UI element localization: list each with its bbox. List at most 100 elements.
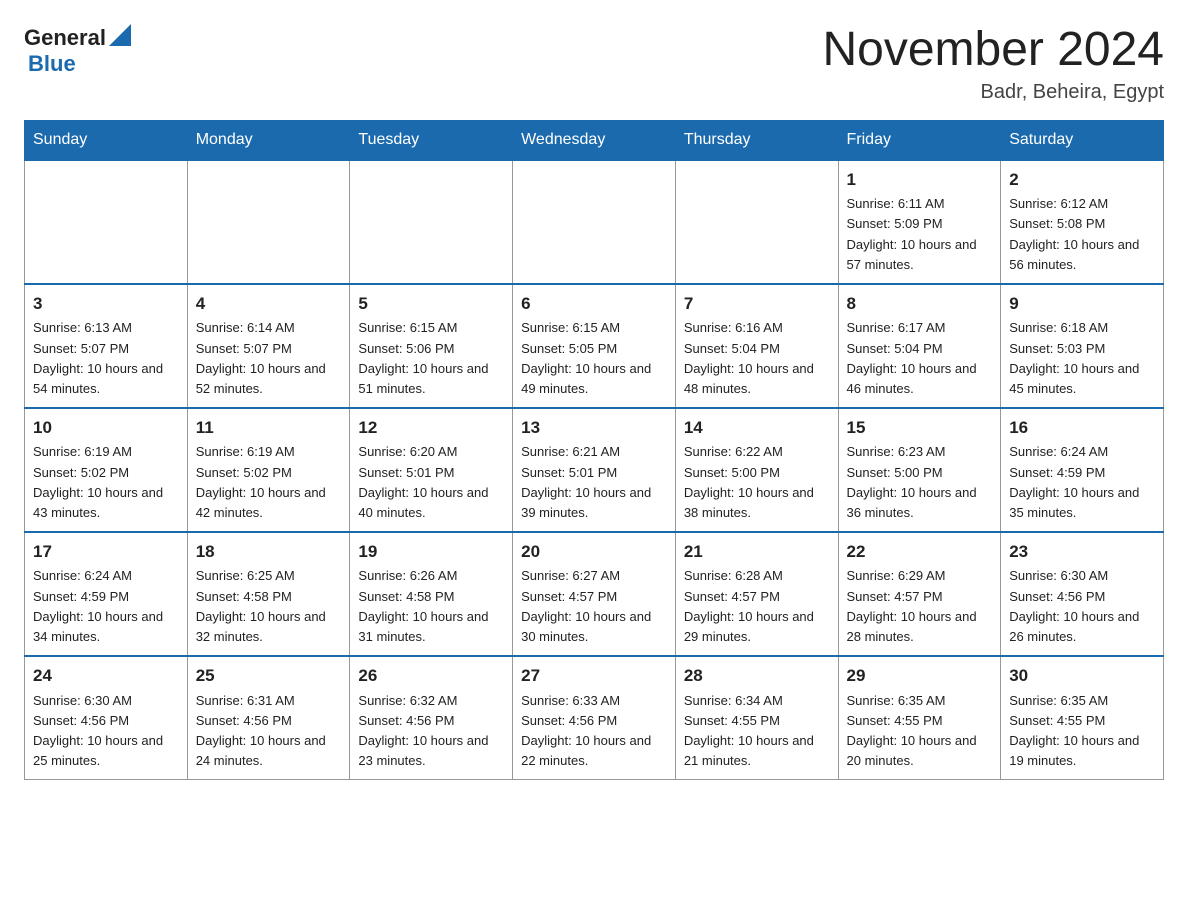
calendar-cell: 25Sunrise: 6:31 AMSunset: 4:56 PMDayligh… — [187, 656, 350, 780]
logo-triangle-icon — [109, 24, 131, 46]
location-title: Badr, Beheira, Egypt — [822, 81, 1164, 104]
calendar-cell: 21Sunrise: 6:28 AMSunset: 4:57 PMDayligh… — [675, 532, 838, 656]
calendar-cell: 4Sunrise: 6:14 AMSunset: 5:07 PMDaylight… — [187, 284, 350, 408]
day-number: 14 — [684, 415, 830, 441]
day-number: 15 — [847, 415, 993, 441]
calendar-cell: 11Sunrise: 6:19 AMSunset: 5:02 PMDayligh… — [187, 408, 350, 532]
title-block: November 2024 Badr, Beheira, Egypt — [822, 24, 1164, 104]
day-info: Sunrise: 6:16 AMSunset: 5:04 PMDaylight:… — [684, 318, 830, 399]
calendar-cell: 2Sunrise: 6:12 AMSunset: 5:08 PMDaylight… — [1001, 160, 1164, 284]
day-info: Sunrise: 6:28 AMSunset: 4:57 PMDaylight:… — [684, 566, 830, 647]
day-number: 8 — [847, 291, 993, 317]
calendar-cell: 14Sunrise: 6:22 AMSunset: 5:00 PMDayligh… — [675, 408, 838, 532]
day-info: Sunrise: 6:18 AMSunset: 5:03 PMDaylight:… — [1009, 318, 1155, 399]
calendar-cell: 9Sunrise: 6:18 AMSunset: 5:03 PMDaylight… — [1001, 284, 1164, 408]
calendar-cell: 29Sunrise: 6:35 AMSunset: 4:55 PMDayligh… — [838, 656, 1001, 780]
day-info: Sunrise: 6:34 AMSunset: 4:55 PMDaylight:… — [684, 691, 830, 772]
calendar-cell — [350, 160, 513, 284]
day-number: 4 — [196, 291, 342, 317]
day-info: Sunrise: 6:15 AMSunset: 5:06 PMDaylight:… — [358, 318, 504, 399]
day-info: Sunrise: 6:17 AMSunset: 5:04 PMDaylight:… — [847, 318, 993, 399]
week-row-1: 3Sunrise: 6:13 AMSunset: 5:07 PMDaylight… — [25, 284, 1164, 408]
week-row-0: 1Sunrise: 6:11 AMSunset: 5:09 PMDaylight… — [25, 160, 1164, 284]
day-number: 24 — [33, 663, 179, 689]
week-row-4: 24Sunrise: 6:30 AMSunset: 4:56 PMDayligh… — [25, 656, 1164, 780]
day-info: Sunrise: 6:24 AMSunset: 4:59 PMDaylight:… — [1009, 442, 1155, 523]
day-info: Sunrise: 6:22 AMSunset: 5:00 PMDaylight:… — [684, 442, 830, 523]
calendar-cell: 16Sunrise: 6:24 AMSunset: 4:59 PMDayligh… — [1001, 408, 1164, 532]
calendar-cell: 27Sunrise: 6:33 AMSunset: 4:56 PMDayligh… — [513, 656, 676, 780]
day-number: 21 — [684, 539, 830, 565]
day-info: Sunrise: 6:35 AMSunset: 4:55 PMDaylight:… — [1009, 691, 1155, 772]
col-thursday: Thursday — [675, 120, 838, 160]
calendar-cell: 13Sunrise: 6:21 AMSunset: 5:01 PMDayligh… — [513, 408, 676, 532]
calendar-cell: 3Sunrise: 6:13 AMSunset: 5:07 PMDaylight… — [25, 284, 188, 408]
week-row-2: 10Sunrise: 6:19 AMSunset: 5:02 PMDayligh… — [25, 408, 1164, 532]
calendar-cell: 23Sunrise: 6:30 AMSunset: 4:56 PMDayligh… — [1001, 532, 1164, 656]
month-title: November 2024 — [822, 24, 1164, 77]
day-info: Sunrise: 6:13 AMSunset: 5:07 PMDaylight:… — [33, 318, 179, 399]
day-info: Sunrise: 6:14 AMSunset: 5:07 PMDaylight:… — [196, 318, 342, 399]
calendar-cell: 6Sunrise: 6:15 AMSunset: 5:05 PMDaylight… — [513, 284, 676, 408]
day-number: 30 — [1009, 663, 1155, 689]
day-info: Sunrise: 6:25 AMSunset: 4:58 PMDaylight:… — [196, 566, 342, 647]
calendar-cell: 24Sunrise: 6:30 AMSunset: 4:56 PMDayligh… — [25, 656, 188, 780]
day-info: Sunrise: 6:30 AMSunset: 4:56 PMDaylight:… — [33, 691, 179, 772]
page-header: General Blue November 2024 Badr, Beheira… — [24, 24, 1164, 104]
day-info: Sunrise: 6:24 AMSunset: 4:59 PMDaylight:… — [33, 566, 179, 647]
day-info: Sunrise: 6:31 AMSunset: 4:56 PMDaylight:… — [196, 691, 342, 772]
day-number: 23 — [1009, 539, 1155, 565]
calendar-cell: 17Sunrise: 6:24 AMSunset: 4:59 PMDayligh… — [25, 532, 188, 656]
calendar-cell: 19Sunrise: 6:26 AMSunset: 4:58 PMDayligh… — [350, 532, 513, 656]
day-number: 6 — [521, 291, 667, 317]
day-number: 28 — [684, 663, 830, 689]
col-wednesday: Wednesday — [513, 120, 676, 160]
day-number: 2 — [1009, 167, 1155, 193]
day-info: Sunrise: 6:11 AMSunset: 5:09 PMDaylight:… — [847, 194, 993, 275]
calendar-cell: 28Sunrise: 6:34 AMSunset: 4:55 PMDayligh… — [675, 656, 838, 780]
calendar-cell: 8Sunrise: 6:17 AMSunset: 5:04 PMDaylight… — [838, 284, 1001, 408]
day-info: Sunrise: 6:29 AMSunset: 4:57 PMDaylight:… — [847, 566, 993, 647]
day-number: 9 — [1009, 291, 1155, 317]
day-number: 3 — [33, 291, 179, 317]
day-number: 12 — [358, 415, 504, 441]
day-info: Sunrise: 6:19 AMSunset: 5:02 PMDaylight:… — [33, 442, 179, 523]
day-info: Sunrise: 6:12 AMSunset: 5:08 PMDaylight:… — [1009, 194, 1155, 275]
day-info: Sunrise: 6:19 AMSunset: 5:02 PMDaylight:… — [196, 442, 342, 523]
calendar-cell: 10Sunrise: 6:19 AMSunset: 5:02 PMDayligh… — [25, 408, 188, 532]
calendar-header-row: Sunday Monday Tuesday Wednesday Thursday… — [25, 120, 1164, 160]
calendar-cell: 26Sunrise: 6:32 AMSunset: 4:56 PMDayligh… — [350, 656, 513, 780]
day-number: 25 — [196, 663, 342, 689]
col-tuesday: Tuesday — [350, 120, 513, 160]
logo-general: General — [24, 25, 106, 51]
col-friday: Friday — [838, 120, 1001, 160]
day-number: 7 — [684, 291, 830, 317]
day-info: Sunrise: 6:35 AMSunset: 4:55 PMDaylight:… — [847, 691, 993, 772]
day-number: 17 — [33, 539, 179, 565]
day-number: 22 — [847, 539, 993, 565]
day-number: 1 — [847, 167, 993, 193]
col-monday: Monday — [187, 120, 350, 160]
calendar-cell — [675, 160, 838, 284]
day-number: 5 — [358, 291, 504, 317]
col-saturday: Saturday — [1001, 120, 1164, 160]
logo: General Blue — [24, 24, 131, 77]
day-number: 26 — [358, 663, 504, 689]
day-number: 18 — [196, 539, 342, 565]
day-number: 16 — [1009, 415, 1155, 441]
day-info: Sunrise: 6:27 AMSunset: 4:57 PMDaylight:… — [521, 566, 667, 647]
calendar-cell: 1Sunrise: 6:11 AMSunset: 5:09 PMDaylight… — [838, 160, 1001, 284]
day-number: 10 — [33, 415, 179, 441]
day-info: Sunrise: 6:33 AMSunset: 4:56 PMDaylight:… — [521, 691, 667, 772]
day-number: 27 — [521, 663, 667, 689]
calendar-cell: 22Sunrise: 6:29 AMSunset: 4:57 PMDayligh… — [838, 532, 1001, 656]
logo-blue: Blue — [28, 51, 76, 77]
calendar-cell: 18Sunrise: 6:25 AMSunset: 4:58 PMDayligh… — [187, 532, 350, 656]
calendar-cell — [187, 160, 350, 284]
week-row-3: 17Sunrise: 6:24 AMSunset: 4:59 PMDayligh… — [25, 532, 1164, 656]
calendar-cell: 5Sunrise: 6:15 AMSunset: 5:06 PMDaylight… — [350, 284, 513, 408]
calendar-cell: 15Sunrise: 6:23 AMSunset: 5:00 PMDayligh… — [838, 408, 1001, 532]
day-info: Sunrise: 6:21 AMSunset: 5:01 PMDaylight:… — [521, 442, 667, 523]
calendar-table: Sunday Monday Tuesday Wednesday Thursday… — [24, 120, 1164, 780]
day-number: 11 — [196, 415, 342, 441]
